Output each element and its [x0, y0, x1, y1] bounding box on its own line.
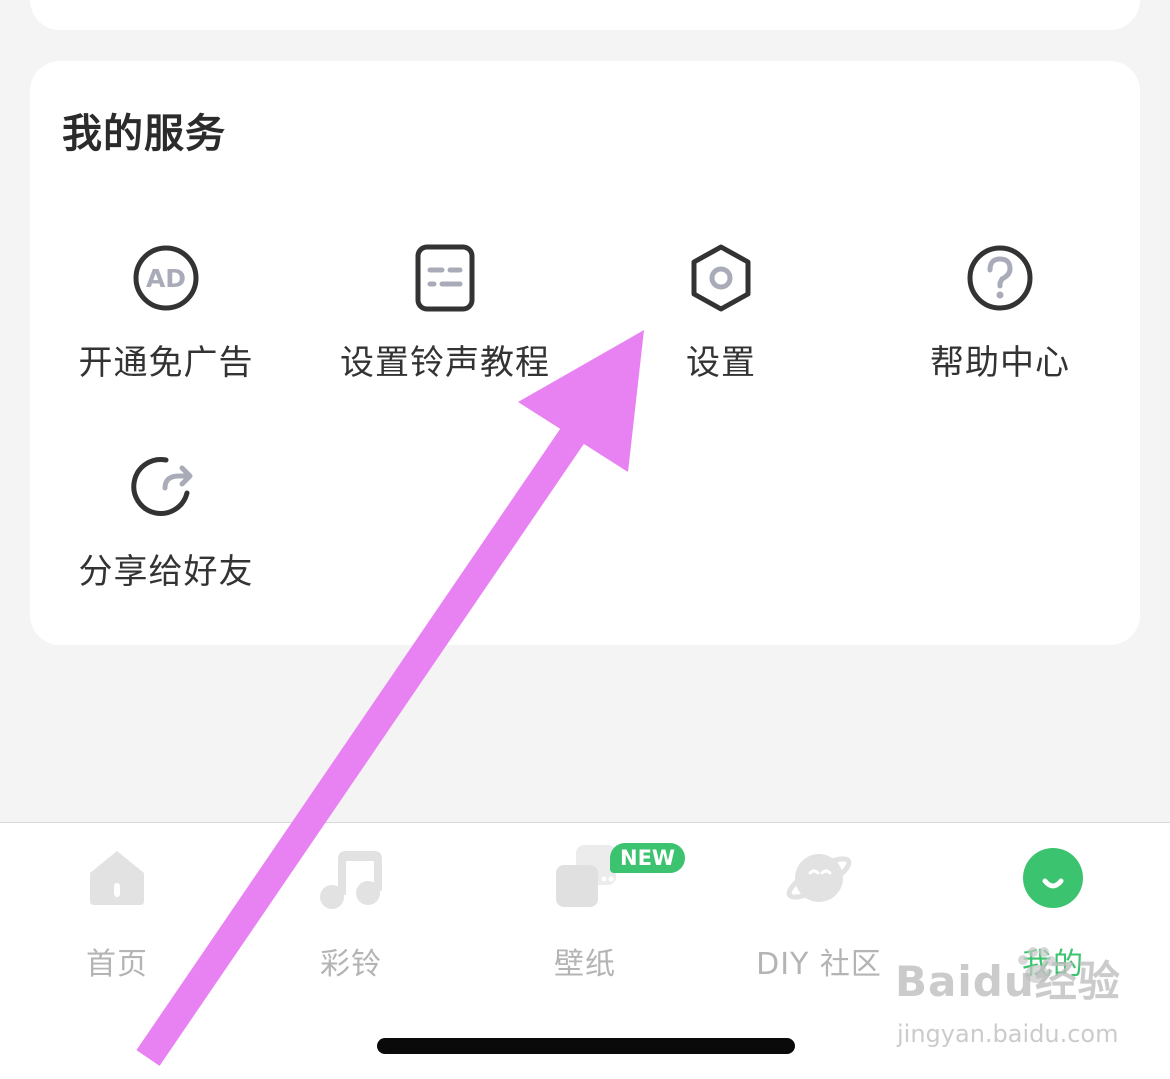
- svg-text:AD: AD: [146, 264, 186, 293]
- home-icon: [90, 851, 144, 905]
- ad-icon: AD: [133, 245, 199, 311]
- watermark-logo: Baidu经验: [895, 957, 1121, 1006]
- tab-wallpaper[interactable]: 壁纸 NEW: [468, 843, 702, 983]
- tab-home[interactable]: 首页: [0, 843, 234, 983]
- settings-hexagon-icon: [691, 244, 751, 312]
- tab-ringtone[interactable]: 彩铃: [234, 843, 468, 983]
- previous-card: [30, 0, 1140, 30]
- music-note-icon: [320, 851, 382, 909]
- service-label: 分享给好友: [78, 552, 254, 592]
- service-remove-ads[interactable]: AD 开通免广告: [27, 243, 305, 403]
- new-badge: NEW: [610, 843, 686, 873]
- service-label: 开通免广告: [78, 343, 254, 383]
- my-services-card: 我的服务 AD 开通免广告 设置铃声教程 设置 帮助中心 分享给好友: [30, 61, 1140, 645]
- service-label: 设置: [686, 343, 756, 383]
- baidu-jingyan-watermark: Baidu经验 jingyan.baidu.com: [895, 947, 1145, 1058]
- watermark-url: jingyan.baidu.com: [897, 1020, 1119, 1048]
- service-label: 帮助中心: [930, 343, 1070, 383]
- tab-label: 彩铃: [320, 947, 382, 982]
- service-settings[interactable]: 设置: [582, 243, 860, 403]
- profile-smile-icon: [1023, 848, 1083, 908]
- service-share-friends[interactable]: 分享给好友: [27, 452, 305, 612]
- service-ringtone-tutorial[interactable]: 设置铃声教程: [306, 243, 584, 403]
- service-help-center[interactable]: 帮助中心: [861, 243, 1139, 403]
- planet-icon: [786, 854, 852, 902]
- share-icon: [131, 457, 193, 516]
- tab-label: 壁纸: [554, 947, 616, 982]
- service-label: 设置铃声教程: [340, 343, 550, 383]
- tab-label: 首页: [86, 947, 148, 982]
- home-indicator: [377, 1038, 795, 1054]
- section-title: 我的服务: [62, 111, 226, 157]
- tutorial-icon: [415, 244, 475, 312]
- help-icon: [967, 245, 1033, 311]
